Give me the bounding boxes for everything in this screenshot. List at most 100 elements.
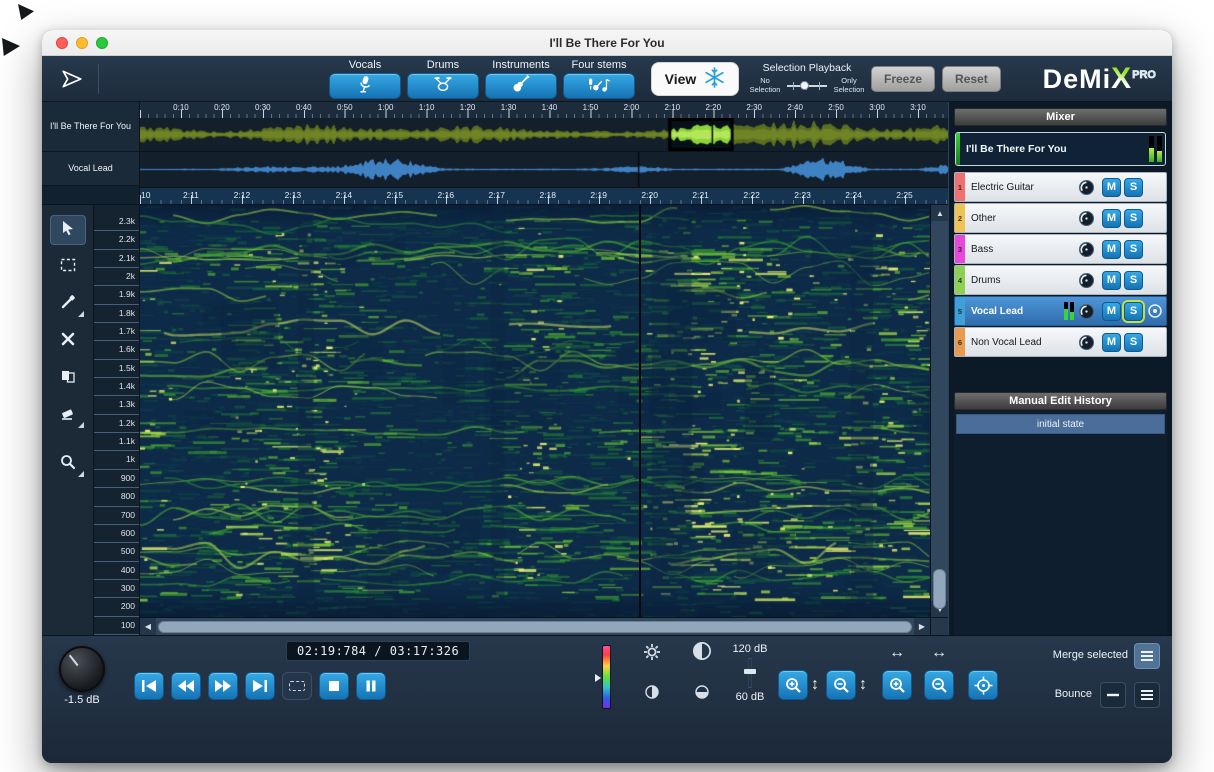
solo-button[interactable]: S — [1124, 333, 1143, 352]
focus-target-icon[interactable] — [1147, 303, 1163, 319]
vocal-waveform-canvas[interactable] — [140, 152, 948, 187]
zoom-in-horizontal-button[interactable] — [882, 670, 912, 700]
pause-button[interactable] — [356, 672, 386, 700]
minimize-window-button[interactable] — [76, 37, 88, 49]
ruler-label: 1:00 — [378, 103, 394, 112]
frequency-label: 2.3k — [94, 213, 139, 231]
spectrogram-canvas[interactable] — [140, 205, 930, 617]
fast-forward-button[interactable] — [208, 672, 238, 700]
view-button-label: View — [665, 71, 697, 87]
reset-button[interactable]: Reset — [942, 66, 1001, 92]
pan-knob-icon[interactable] — [1078, 272, 1095, 289]
frequency-label: 100 — [94, 617, 139, 635]
delete-selection-tool[interactable] — [50, 326, 86, 356]
horizontal-scrollbar[interactable]: ◀ ▶ — [140, 617, 930, 635]
vertical-scroll-track[interactable] — [931, 221, 948, 601]
vocal-waveform-row[interactable] — [140, 152, 948, 187]
mute-button[interactable]: M — [1102, 271, 1121, 290]
view-freeze-button[interactable]: View — [651, 62, 739, 96]
transport-bar: -1.5 dB 02:19:784 / 03:17:326 — [42, 635, 1172, 763]
solo-button[interactable]: S — [1124, 302, 1143, 321]
eraser-tool[interactable] — [50, 400, 86, 430]
gear-icon[interactable] — [642, 642, 662, 662]
master-waveform-canvas[interactable] — [140, 118, 948, 151]
guitar-icon — [511, 74, 531, 97]
pan-knob-icon[interactable] — [1078, 334, 1095, 351]
copy-split-tool[interactable] — [50, 363, 86, 393]
ruler-label: 0:50 — [337, 103, 353, 112]
mixer-channel[interactable]: 2 Other M S — [954, 203, 1167, 233]
channel-color-tab: 2 — [955, 204, 965, 232]
scroll-left-button[interactable]: ◀ — [140, 618, 156, 636]
mixer-channel[interactable]: 5 Vocal Lead M S — [954, 296, 1167, 326]
vertical-scrollbar[interactable]: ▲ ▼ — [930, 205, 948, 635]
mute-button[interactable]: M — [1102, 240, 1121, 259]
close-window-button[interactable] — [56, 37, 68, 49]
horizontal-scroll-thumb[interactable] — [158, 621, 912, 633]
solo-button[interactable]: S — [1124, 178, 1143, 197]
separate-vocals-button[interactable] — [329, 73, 401, 99]
ruler-label: 2:00 — [624, 103, 640, 112]
separate-four-stems-button[interactable] — [563, 73, 635, 99]
mute-button[interactable]: M — [1102, 209, 1121, 228]
bounce-remove-button[interactable] — [1100, 682, 1126, 708]
solo-button[interactable]: S — [1124, 209, 1143, 228]
solo-button[interactable]: S — [1124, 271, 1143, 290]
history-item[interactable]: initial state — [956, 414, 1165, 434]
scroll-up-button[interactable]: ▲ — [931, 205, 949, 221]
mixer-channel[interactable]: 3 Bass M S — [954, 234, 1167, 264]
colormap-slider[interactable] — [602, 645, 611, 709]
scroll-right-button[interactable]: ▶ — [914, 618, 930, 636]
ruler-label: 2:17 — [488, 190, 505, 200]
ruler-label: 2:50 — [828, 103, 844, 112]
brush-tool[interactable] — [50, 289, 86, 319]
channel-color-tab: 4 — [955, 266, 965, 294]
mixer-channel[interactable]: 4 Drums M S — [954, 265, 1167, 295]
pan-knob-icon[interactable] — [1078, 210, 1095, 227]
separate-drums-button[interactable] — [407, 73, 479, 99]
zoom-window-button[interactable] — [96, 37, 108, 49]
mixer-channel[interactable]: 1 Electric Guitar M S — [954, 172, 1167, 202]
loop-selection-button[interactable] — [282, 672, 312, 700]
app-window: I'll Be There For You Vocals Drums — [42, 30, 1172, 763]
mute-button[interactable]: M — [1102, 178, 1121, 197]
zoom-ruler[interactable]: 102:112:122:132:142:152:162:172:182:192:… — [140, 187, 948, 204]
contrast-icon[interactable] — [692, 641, 712, 661]
titlebar: I'll Be There For You — [42, 30, 1172, 56]
separate-instruments-button[interactable] — [485, 73, 557, 99]
overview-ruler[interactable]: 0:100:200:300:400:501:001:101:201:301:40… — [140, 102, 948, 118]
master-waveform-row[interactable] — [140, 118, 948, 152]
contrast-icon-secondary[interactable] — [692, 682, 712, 702]
marquee-select-tool[interactable] — [50, 252, 86, 282]
mixer-channel[interactable]: 6 Non Vocal Lead M S — [954, 327, 1167, 357]
pan-knob-icon[interactable] — [1078, 179, 1095, 196]
pan-knob-icon[interactable] — [1078, 241, 1095, 258]
mixer-master-track[interactable]: I'll Be There For You — [955, 132, 1166, 166]
mute-button[interactable]: M — [1102, 302, 1121, 321]
pan-knob-icon[interactable] — [1078, 303, 1095, 320]
volume-knob[interactable] — [59, 646, 105, 692]
skip-to-end-button[interactable] — [245, 672, 275, 700]
selection-playback-slider[interactable] — [787, 79, 827, 93]
stop-button[interactable] — [319, 672, 349, 700]
solo-button[interactable]: S — [1124, 240, 1143, 259]
rewind-button[interactable] — [171, 672, 201, 700]
mute-button[interactable]: M — [1102, 333, 1121, 352]
vertical-zoom-arrow-icon: ↕ — [811, 676, 819, 694]
desktop-artifact — [18, 4, 34, 20]
spectrogram-view[interactable] — [140, 205, 930, 617]
channel-number: 6 — [958, 338, 962, 347]
vertical-scroll-thumb[interactable] — [933, 569, 946, 609]
merge-menu-button[interactable] — [1134, 643, 1160, 669]
skip-to-start-button[interactable] — [134, 672, 164, 700]
bounce-menu-button[interactable] — [1134, 682, 1160, 708]
ruler-label: 1:20 — [460, 103, 476, 112]
db-range-slider[interactable] — [743, 658, 757, 688]
zoom-out-vertical-button[interactable] — [826, 670, 856, 700]
zoom-tool[interactable] — [50, 449, 86, 479]
brightness-icon[interactable] — [642, 682, 662, 702]
pointer-tool[interactable] — [50, 215, 86, 245]
freeze-button[interactable]: Freeze — [871, 66, 935, 92]
frequency-label: 200 — [94, 598, 139, 616]
zoom-in-vertical-button[interactable] — [778, 670, 808, 700]
